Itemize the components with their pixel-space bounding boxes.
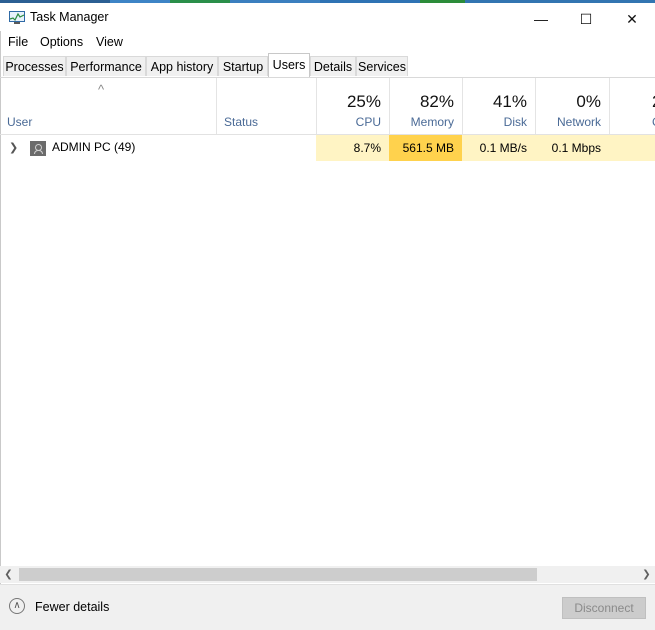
column-memory-label: Memory xyxy=(410,115,454,129)
network-percent: 0% xyxy=(576,92,601,111)
fewer-details-link[interactable]: Fewer details xyxy=(35,600,109,614)
task-manager-icon xyxy=(9,11,25,24)
chevron-up-circle-icon[interactable]: ∧ xyxy=(9,598,25,614)
footer-bar: ∧ Fewer details Disconnect xyxy=(0,584,655,630)
cpu-percent: 25% xyxy=(346,92,381,111)
close-button[interactable]: ✕ xyxy=(609,6,655,32)
column-user[interactable]: ^ User xyxy=(0,78,216,134)
column-status-label: Status xyxy=(224,115,259,129)
tab-strip: Processes Performance App history Startu… xyxy=(0,53,655,78)
cpu-cell: 8.7% xyxy=(316,135,389,161)
scrollbar-thumb[interactable] xyxy=(19,568,537,581)
gpu-cell xyxy=(609,135,655,161)
expand-chevron-icon[interactable]: ❯ xyxy=(9,141,18,154)
network-cell: 0.1 Mbps xyxy=(535,135,609,161)
scroll-left-icon[interactable]: ❮ xyxy=(0,566,17,583)
user-icon xyxy=(30,141,46,156)
tab-details[interactable]: Details xyxy=(310,56,356,76)
user-name: ADMIN PC (49) xyxy=(52,140,136,154)
tab-performance[interactable]: Performance xyxy=(66,56,146,76)
menu-file[interactable]: File xyxy=(8,35,28,49)
window-title: Task Manager xyxy=(30,10,109,24)
column-header: ^ User Status 25% CPU 82% Memory 41% Dis… xyxy=(0,78,655,135)
column-disk-label: Disk xyxy=(503,115,527,129)
sort-ascending-icon: ^ xyxy=(98,82,105,97)
disk-percent: 41% xyxy=(492,92,527,111)
tab-startup[interactable]: Startup xyxy=(218,56,268,76)
column-user-label: User xyxy=(7,115,33,129)
column-status[interactable]: Status xyxy=(216,78,316,134)
maximize-button[interactable]: ☐ xyxy=(563,6,609,32)
column-cpu[interactable]: 25% CPU xyxy=(316,78,389,134)
disk-cell: 0.1 MB/s xyxy=(462,135,535,161)
menu-view[interactable]: View xyxy=(96,35,123,49)
column-memory[interactable]: 82% Memory xyxy=(389,78,462,134)
memory-cell: 561.5 MB xyxy=(389,135,462,161)
memory-percent: 82% xyxy=(419,92,454,111)
menu-options[interactable]: Options xyxy=(40,35,83,49)
tab-users[interactable]: Users xyxy=(268,53,310,77)
horizontal-scrollbar[interactable]: ❮ ❯ xyxy=(0,566,655,583)
title-bar: Task Manager — ☐ ✕ xyxy=(0,3,655,31)
scroll-right-icon[interactable]: ❯ xyxy=(638,566,655,583)
column-network-label: Network xyxy=(556,115,601,129)
menu-bar: File Options View xyxy=(0,31,655,53)
column-disk[interactable]: 41% Disk xyxy=(462,78,535,134)
minimize-button[interactable]: — xyxy=(518,6,564,32)
table-row[interactable]: ❯ ADMIN PC (49) 8.7% 561.5 MB 0.1 MB/s 0… xyxy=(0,135,655,161)
column-cpu-label: CPU xyxy=(355,115,381,129)
tab-processes[interactable]: Processes xyxy=(3,56,66,76)
column-gpu[interactable]: 2 G xyxy=(609,78,655,134)
column-network[interactable]: 0% Network xyxy=(535,78,609,134)
status-cell xyxy=(216,135,316,161)
tab-app-history[interactable]: App history xyxy=(146,56,218,76)
disconnect-button[interactable]: Disconnect xyxy=(562,597,646,619)
tab-services[interactable]: Services xyxy=(356,56,408,76)
